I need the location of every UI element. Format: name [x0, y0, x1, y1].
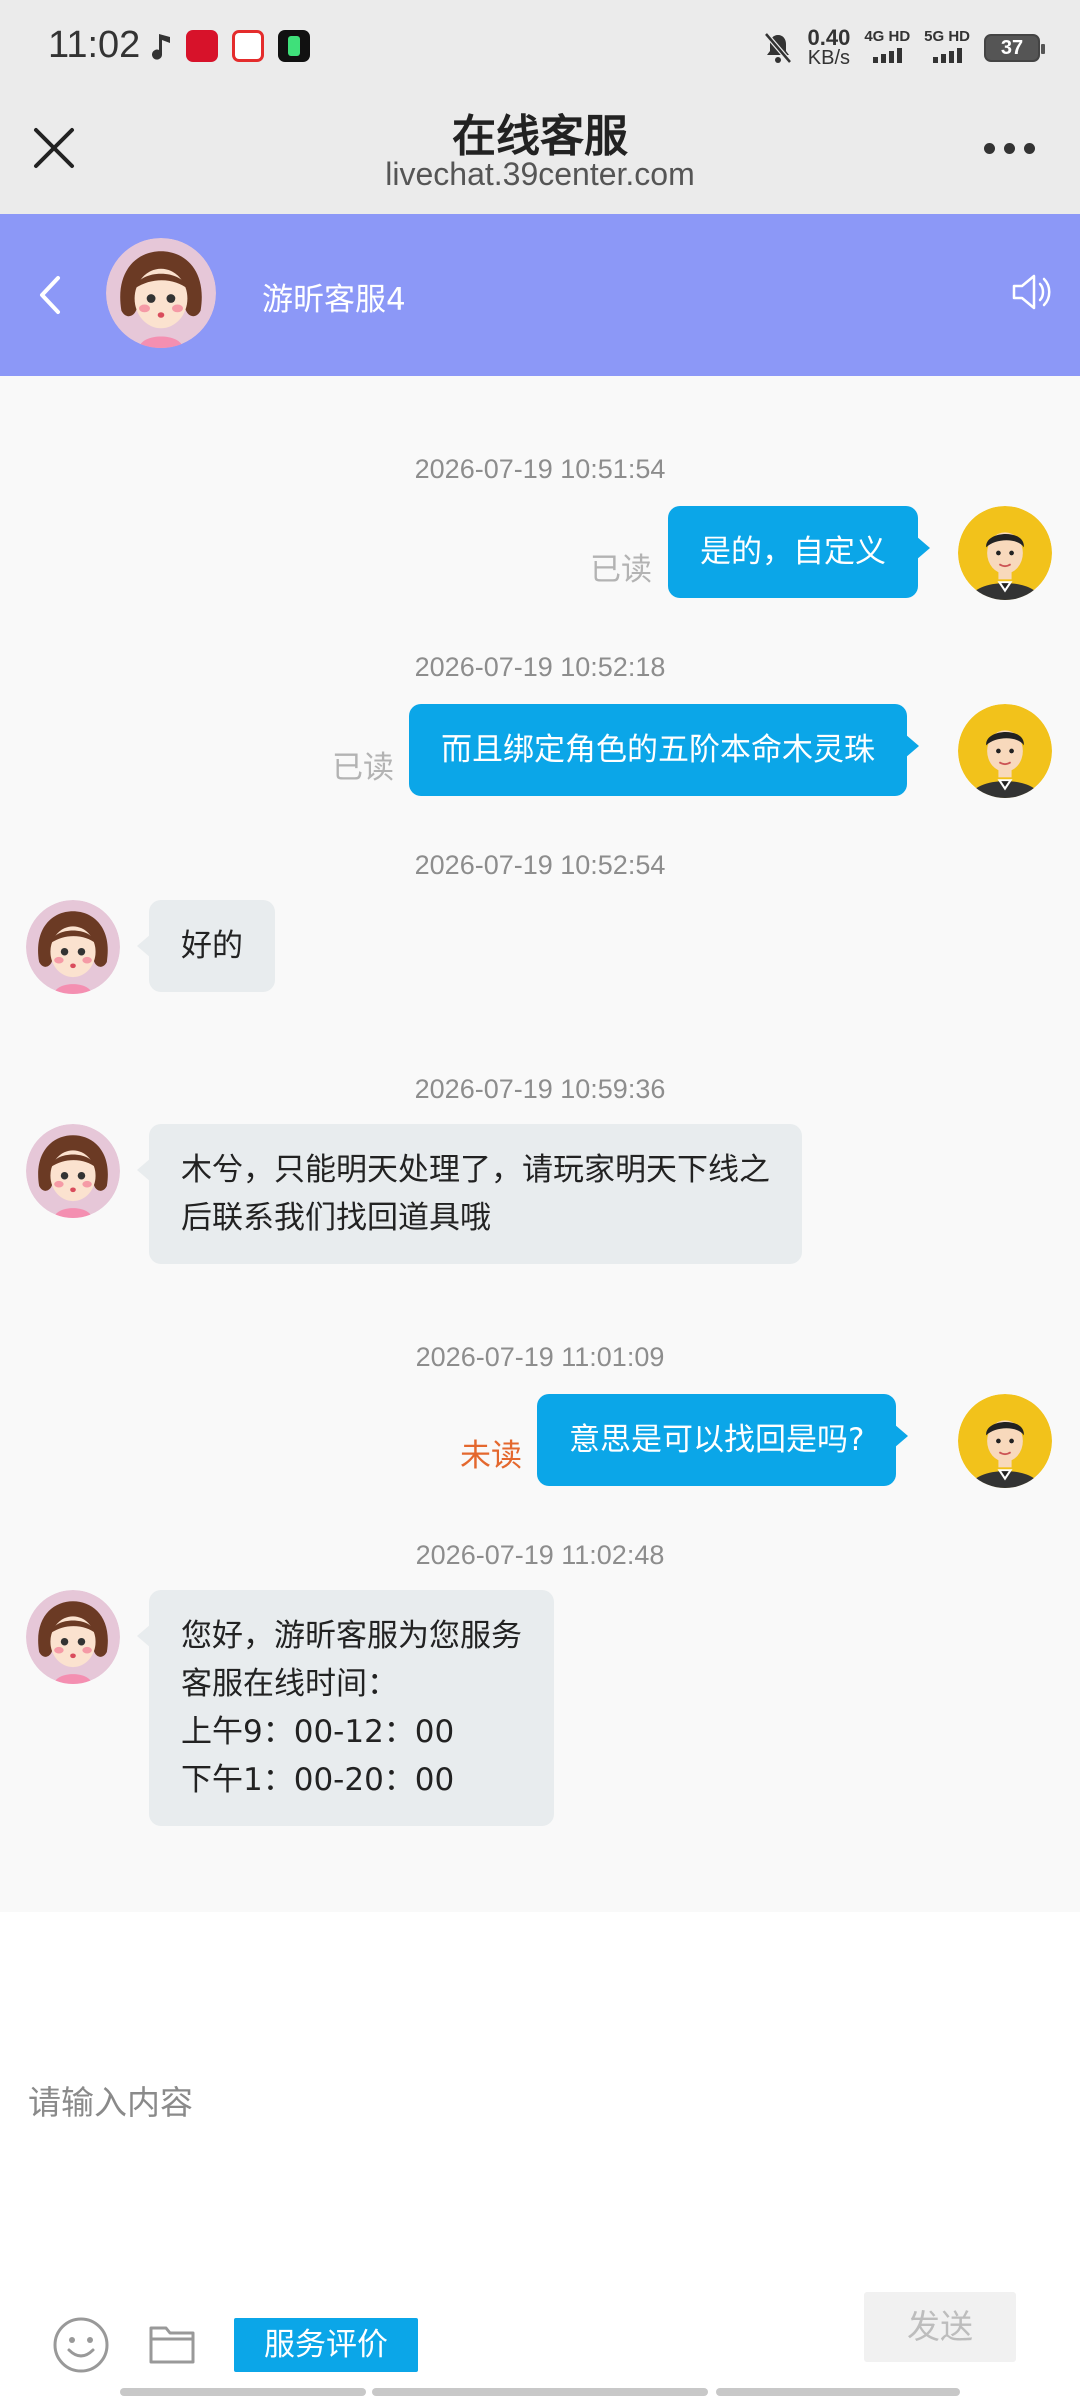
browser-header: 在线客服 livechat.39center.com	[0, 100, 1080, 214]
chat-header: 游昕客服4	[0, 214, 1080, 376]
message-line: 后联系我们找回道具哦	[181, 1200, 491, 1236]
agent-avatar	[26, 900, 120, 994]
gesture-bar	[120, 2388, 366, 2396]
signal-bars-icon	[872, 45, 902, 63]
message-line: 木兮，只能明天处理了，请玩家明天下线之	[181, 1152, 770, 1188]
app-clown-icon	[232, 30, 264, 62]
user-avatar	[958, 1394, 1052, 1488]
net-speed: 0.40 KB/s	[807, 25, 851, 69]
message-bubble-agent[interactable]: 您好，游昕客服为您服务 客服在线时间： 上午9：00-12：00 下午1：00-…	[137, 1590, 554, 1826]
message-bubble-agent[interactable]: 木兮，只能明天处理了，请玩家明天下线之 后联系我们找回道具哦	[137, 1124, 802, 1264]
agent-name: 游昕客服4	[262, 282, 406, 318]
message-timestamp: 2026-07-19 11:02:48	[415, 1540, 665, 1570]
chat-messages: 2026-07-19 10:51:54 已读 是的，自定义 2026-07-19…	[0, 376, 1080, 1912]
message-bubble-agent[interactable]: 好的	[137, 900, 275, 992]
rate-service-button[interactable]: 服务评价	[234, 2318, 418, 2372]
message-line: 上午9：00-12：00	[181, 1714, 455, 1750]
message-line: 下午1：00-20：00	[181, 1762, 455, 1798]
status-left-icons	[150, 30, 310, 62]
message-timestamp: 2026-07-19 10:52:18	[414, 652, 666, 682]
message-input[interactable]	[28, 2072, 1048, 2132]
status-bar: 11:02 0.40 KB/s 4G HD 5G HD 37	[0, 0, 1080, 100]
signal-bars-icon	[932, 45, 962, 63]
unread-status: 未读	[460, 1438, 522, 1474]
app-music-icon	[278, 30, 310, 62]
user-avatar	[958, 704, 1052, 798]
message-timestamp: 2026-07-19 10:51:54	[414, 454, 666, 484]
agent-avatar	[26, 1124, 120, 1218]
read-status: 已读	[590, 552, 652, 588]
page-url: livechat.39center.com	[385, 156, 695, 192]
back-arrow-icon[interactable]	[30, 270, 70, 320]
message-timestamp: 2026-07-19 10:59:36	[414, 1074, 666, 1104]
message-line: 您好，游昕客服为您服务	[181, 1618, 522, 1654]
status-right-icons: 0.40 KB/s 4G HD 5G HD 37	[763, 25, 1045, 69]
page-title: 在线客服	[452, 111, 628, 162]
folder-icon[interactable]	[148, 2320, 196, 2366]
music-note-icon	[152, 34, 170, 60]
silent-bell-icon	[764, 32, 793, 64]
signal-sim2: 5G HD	[924, 29, 970, 67]
read-status: 已读	[332, 750, 394, 786]
user-avatar	[958, 506, 1052, 600]
input-area: 服务评价 发送	[0, 1912, 1080, 2400]
battery-icon: 37	[984, 34, 1045, 62]
agent-avatar	[106, 238, 216, 348]
message-line: 客服在线时间：	[181, 1666, 398, 1702]
message-bubble-user[interactable]: 是的，自定义	[668, 506, 930, 598]
app-game-icon	[186, 30, 218, 62]
more-menu-icon[interactable]	[984, 138, 1040, 158]
status-time: 11:02	[48, 24, 141, 66]
message-timestamp: 2026-07-19 10:52:54	[414, 850, 666, 880]
agent-avatar	[26, 1590, 120, 1684]
gesture-bar	[372, 2388, 708, 2396]
emoji-icon[interactable]	[52, 2316, 110, 2374]
gesture-bar	[716, 2388, 960, 2396]
message-bubble-user[interactable]: 意思是可以找回是吗?	[537, 1394, 909, 1486]
signal-sim1: 4G HD	[864, 29, 910, 67]
message-line: 好的	[181, 928, 243, 964]
message-timestamp: 2026-07-19 11:01:09	[415, 1342, 665, 1372]
send-button[interactable]: 发送	[864, 2292, 1016, 2362]
speaker-icon[interactable]	[1010, 270, 1054, 314]
message-bubble-user[interactable]: 而且绑定角色的五阶本命木灵珠	[409, 704, 919, 796]
